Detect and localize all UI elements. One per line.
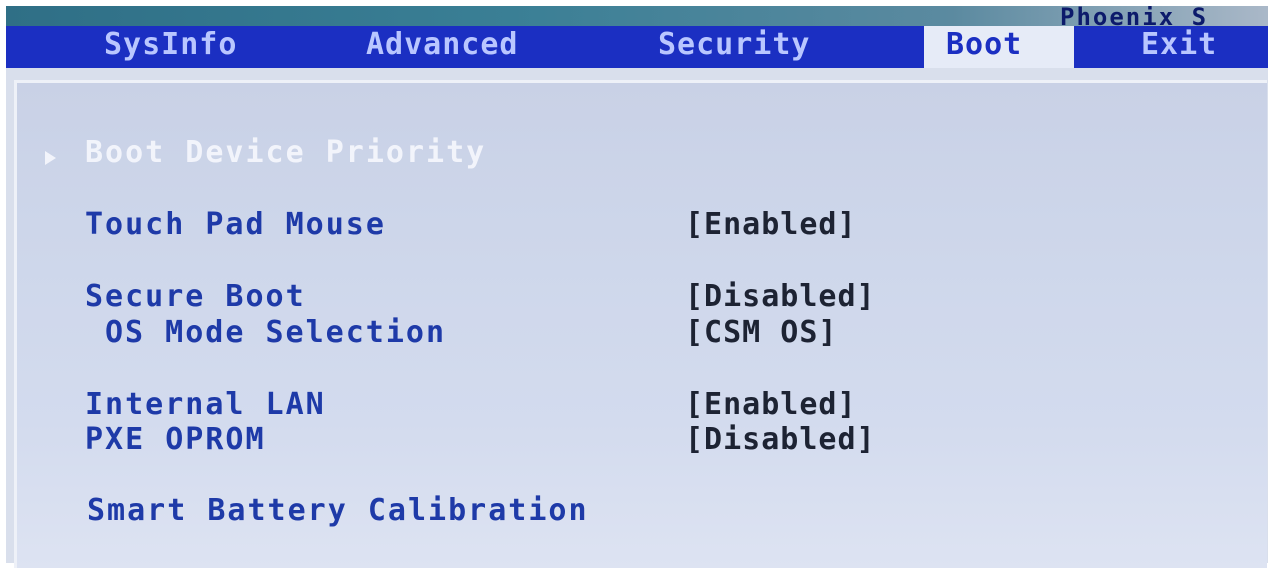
boot-settings-panel: Boot Device Priority Touch Pad Mouse [En… [14, 80, 1267, 568]
internal-lan-value[interactable]: [Enabled] [685, 387, 857, 422]
touch-pad-mouse-label[interactable]: Touch Pad Mouse [85, 207, 386, 242]
os-mode-selection-value[interactable]: [CSM OS] [685, 315, 838, 350]
tab-boot[interactable]: Boot [924, 26, 1074, 68]
smart-battery-calibration-item[interactable]: Smart Battery Calibration [87, 493, 589, 528]
os-mode-selection-label[interactable]: OS Mode Selection [105, 315, 446, 350]
tab-exit[interactable]: Exit [1141, 26, 1217, 68]
tab-sysinfo[interactable]: SysInfo [104, 26, 237, 68]
secure-boot-label[interactable]: Secure Boot [85, 279, 306, 314]
secure-boot-value[interactable]: [Disabled] [685, 279, 876, 314]
vendor-logo-text: Phoenix S [1060, 6, 1209, 28]
tab-advanced[interactable]: Advanced [366, 26, 519, 68]
triangle-right-icon [45, 151, 56, 165]
internal-lan-label[interactable]: Internal LAN [85, 387, 326, 422]
top-strip: Phoenix S [6, 6, 1268, 28]
tab-security[interactable]: Security [658, 26, 811, 68]
pxe-oprom-value[interactable]: [Disabled] [685, 422, 876, 457]
pxe-oprom-label[interactable]: PXE OPROM [85, 422, 266, 457]
boot-device-priority-submenu[interactable]: Boot Device Priority [85, 135, 486, 170]
bios-screen: Phoenix S SysInfo Advanced Security Boot… [0, 0, 1271, 568]
menu-bar: SysInfo Advanced Security Boot Exit [6, 26, 1268, 68]
touch-pad-mouse-value[interactable]: [Enabled] [685, 207, 857, 242]
